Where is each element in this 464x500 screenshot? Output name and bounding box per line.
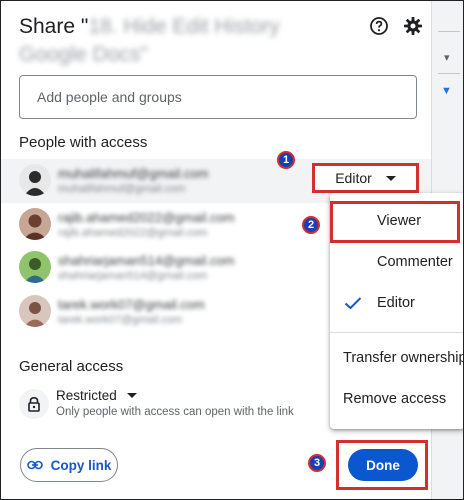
person-name: shahriarjaman514@gmail.com bbox=[58, 253, 235, 268]
screenshot-frame: ▾ ▼ Share "18. Hide Edit History Google … bbox=[0, 0, 464, 500]
step-badge-1: 1 bbox=[277, 151, 295, 169]
avatar bbox=[19, 164, 51, 196]
people-with-access-label: People with access bbox=[19, 134, 148, 151]
checkmark-icon bbox=[344, 296, 362, 314]
done-button[interactable]: Done bbox=[348, 449, 418, 481]
chevron-down-icon: ▾ bbox=[444, 52, 450, 64]
done-highlight-box: Done bbox=[336, 440, 428, 490]
add-people-input[interactable]: Add people and groups bbox=[19, 75, 417, 119]
general-access-title: General access bbox=[19, 358, 124, 375]
general-access-description: Only people with access can open with th… bbox=[56, 406, 294, 418]
general-access-mode: Restricted bbox=[56, 388, 117, 403]
person-name: muhalifahmuf@gmail.com bbox=[58, 166, 209, 181]
role-dropdown-label: Editor bbox=[335, 170, 372, 186]
avatar bbox=[19, 295, 51, 327]
general-access-dropdown[interactable]: Restricted bbox=[56, 388, 137, 403]
menu-item-label: Viewer bbox=[377, 213, 422, 229]
dialog-title: Share "18. Hide Edit History Google Docs… bbox=[19, 13, 349, 69]
link-icon bbox=[26, 458, 43, 473]
help-circle-icon[interactable] bbox=[368, 15, 390, 37]
gear-icon[interactable] bbox=[402, 15, 424, 37]
menu-item-label: Commenter bbox=[377, 254, 453, 270]
person-name: tarek.work07@gmail.com bbox=[58, 297, 205, 312]
menu-item-viewer[interactable]: Viewer bbox=[330, 202, 463, 242]
step-badge-3: 3 bbox=[308, 454, 326, 472]
menu-item-label: Editor bbox=[377, 295, 415, 311]
copy-link-label: Copy link bbox=[50, 457, 112, 473]
person-email: muhalifahmuf@gmail.com bbox=[58, 183, 186, 195]
copy-link-button[interactable]: Copy link bbox=[20, 448, 118, 482]
avatar bbox=[19, 208, 51, 240]
role-menu: Viewer Commenter Editor Transfer ownersh… bbox=[330, 193, 464, 429]
person-name: rajib.ahamed2022@gmail.com bbox=[58, 210, 235, 225]
caret-down-icon bbox=[126, 393, 137, 398]
caret-down-icon bbox=[385, 175, 396, 181]
menu-item-commenter[interactable]: Commenter bbox=[330, 243, 463, 283]
person-email: rajib.ahamed2022@gmail.com bbox=[58, 227, 208, 239]
role-dropdown-button[interactable]: Editor bbox=[312, 163, 419, 193]
person-email: tarek.work07@gmail.com bbox=[58, 314, 183, 326]
avatar bbox=[19, 251, 51, 283]
menu-item-label: Remove access bbox=[343, 391, 447, 407]
menu-divider bbox=[330, 332, 463, 333]
menu-item-transfer-ownership[interactable]: Transfer ownership bbox=[330, 339, 464, 379]
title-prefix: Share " bbox=[19, 15, 89, 38]
tab-marker-icon: ▼ bbox=[441, 85, 452, 97]
menu-item-editor[interactable]: Editor bbox=[330, 284, 463, 324]
menu-item-label: Transfer ownership bbox=[343, 350, 464, 366]
step-badge-2: 2 bbox=[302, 216, 320, 234]
person-email: shahriarjaman514@gmail.com bbox=[58, 270, 208, 282]
menu-item-remove-access[interactable]: Remove access bbox=[330, 380, 463, 420]
lock-icon bbox=[19, 389, 49, 419]
